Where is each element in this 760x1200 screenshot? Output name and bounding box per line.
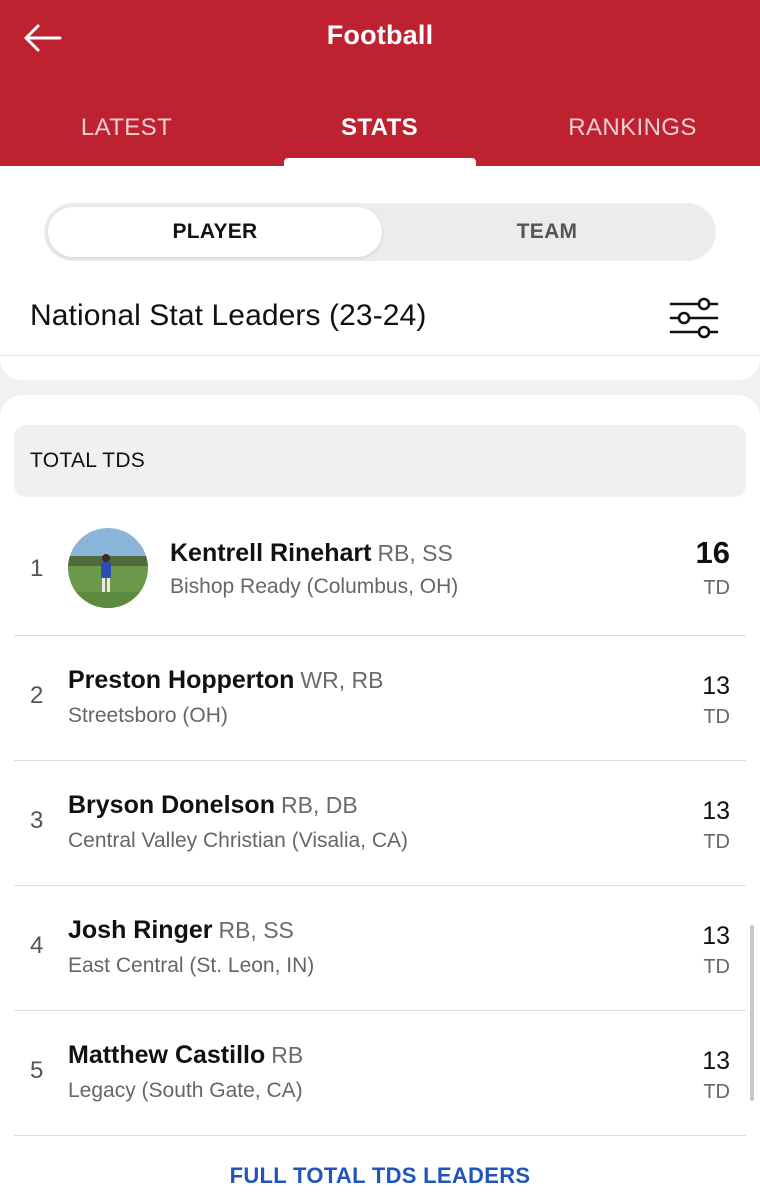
stat-value: 13 [702, 672, 730, 700]
category-header: TOTAL TDS [14, 425, 746, 497]
active-tab-indicator [284, 158, 476, 166]
player-name: Josh Ringer RB, SS [68, 916, 294, 944]
player-school: Legacy (South Gate, CA) [68, 1079, 303, 1102]
rank: 5 [30, 1057, 44, 1084]
category-label: TOTAL TDS [30, 449, 146, 472]
sliders-icon [669, 297, 719, 339]
player-school: Bishop Ready (Columbus, OH) [170, 575, 459, 598]
segment-player[interactable]: PLAYER [48, 207, 382, 257]
section-title: National Stat Leaders (23-24) [30, 299, 427, 332]
player-positions: RB, SS [377, 540, 453, 566]
stat-value: 13 [702, 1047, 730, 1075]
leaders-card: TOTAL TDS 1 Kentrell Rinehart RB, SS Bish… [0, 395, 760, 1200]
player-positions: WR, RB [300, 667, 384, 693]
player-name: Preston Hopperton WR, RB [68, 666, 384, 694]
stat-unit: TD [703, 706, 730, 728]
filter-button[interactable] [668, 296, 720, 340]
player-name: Kentrell Rinehart RB, SS [170, 539, 453, 567]
stat-unit: TD [703, 956, 730, 978]
rank: 2 [30, 682, 44, 709]
leader-row-1[interactable]: 1 Kentrell Rinehart RB, SS Bishop Ready (… [14, 511, 746, 636]
full-leaders-link[interactable]: FULL TOTAL TDS LEADERS [0, 1163, 760, 1189]
stat-unit: TD [703, 831, 730, 853]
player-school: Central Valley Christian (Visalia, CA) [68, 829, 409, 852]
player-positions: RB, SS [218, 917, 294, 943]
stat-value: 16 [695, 535, 730, 570]
stats-options-card: PLAYER TEAM National Stat Leaders (23-24… [0, 166, 760, 380]
player-name: Bryson Donelson RB, DB [68, 791, 358, 819]
leader-row-2[interactable]: 2 Preston Hopperton WR, RB Streetsboro (O… [14, 636, 746, 761]
player-name: Matthew Castillo RB [68, 1041, 304, 1069]
stat-unit: TD [703, 1081, 730, 1103]
leader-row-3[interactable]: 3 Bryson Donelson RB, DB Central Valley C… [14, 761, 746, 886]
tab-rankings[interactable]: RANKINGS [506, 108, 759, 166]
app-header: Football LATEST STATS RANKINGS [0, 0, 760, 166]
segment-team[interactable]: TEAM [382, 207, 712, 257]
rank: 1 [30, 555, 44, 582]
stat-value: 13 [702, 797, 730, 825]
player-photo-icon [68, 528, 148, 608]
rank: 4 [30, 932, 44, 959]
rank: 3 [30, 807, 44, 834]
page-title: Football [326, 20, 434, 50]
player-school: Streetsboro (OH) [68, 704, 228, 727]
player-positions: RB [271, 1042, 304, 1068]
player-school: East Central (St. Leon, IN) [68, 954, 315, 977]
player-avatar [68, 528, 148, 608]
leader-row-4[interactable]: 4 Josh Ringer RB, SS East Central (St. Le… [14, 886, 746, 1011]
stat-unit: TD [703, 577, 730, 599]
player-positions: RB, DB [280, 792, 358, 818]
player-team-toggle: PLAYER TEAM [44, 203, 716, 261]
divider [0, 355, 760, 356]
stat-value: 13 [702, 922, 730, 950]
leader-row-5[interactable]: 5 Matthew Castillo RB Legacy (South Gate,… [14, 1011, 746, 1136]
scrollbar[interactable] [750, 925, 754, 1101]
tab-latest[interactable]: LATEST [0, 108, 253, 166]
